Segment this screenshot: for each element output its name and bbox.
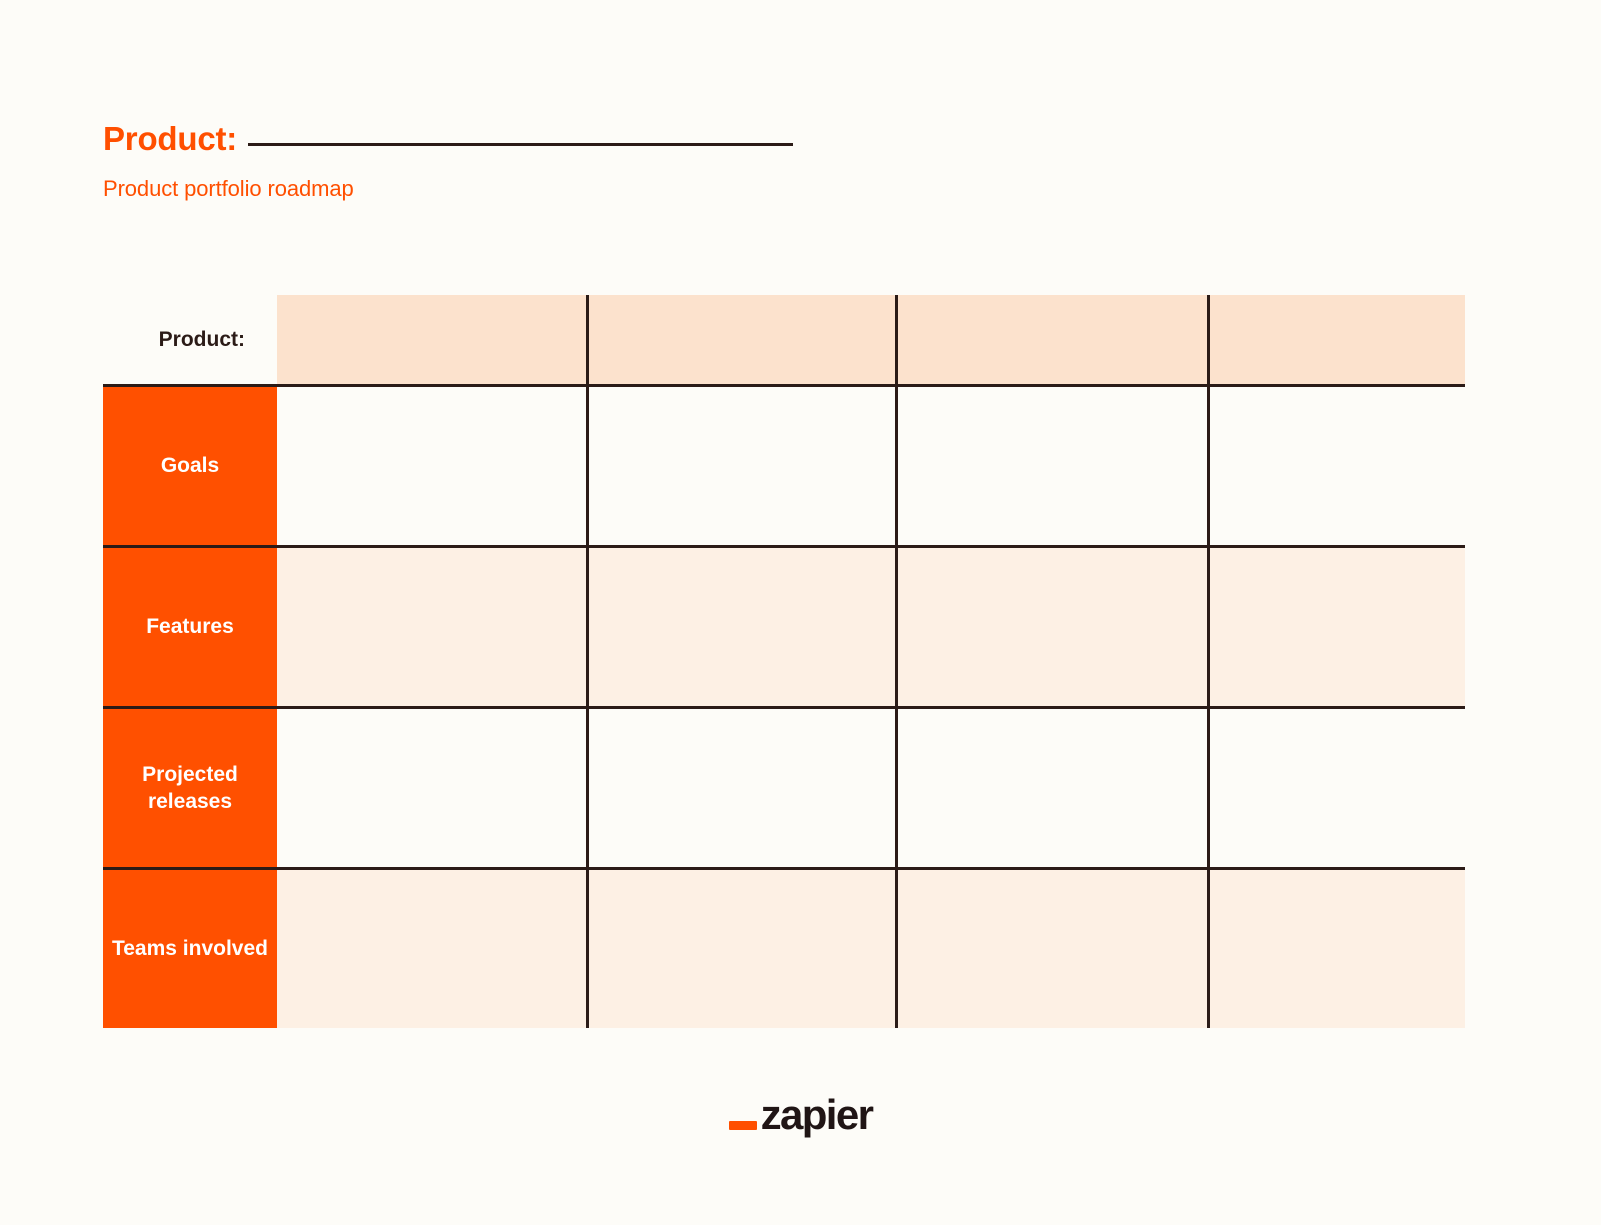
features-cell-1[interactable] [277, 548, 586, 706]
projected-releases-cells [277, 709, 1465, 867]
features-cell-4[interactable] [1207, 548, 1465, 706]
table-row-goals: Goals [103, 384, 1465, 545]
teams-involved-cell-2[interactable] [586, 870, 895, 1028]
teams-involved-cell-3[interactable] [895, 870, 1207, 1028]
page-subtitle: Product portfolio roadmap [103, 176, 354, 201]
teams-involved-cells [277, 870, 1465, 1028]
projected-releases-cell-2[interactable] [586, 709, 895, 867]
row-label-product: Product: [158, 327, 245, 351]
goals-cell-1[interactable] [277, 387, 586, 545]
page-title: Product: [103, 120, 238, 157]
row-label-features: Features [103, 548, 277, 706]
zapier-logo: zapier [0, 1094, 1601, 1136]
teams-involved-cell-4[interactable] [1207, 870, 1465, 1028]
features-cells [277, 548, 1465, 706]
grid-header-row: Product: [103, 295, 1465, 384]
header-cell-1[interactable] [277, 295, 586, 384]
features-cell-2[interactable] [586, 548, 895, 706]
row-label-projected-releases: Projected releases [103, 709, 277, 867]
projected-releases-cell-3[interactable] [895, 709, 1207, 867]
header-cell-2[interactable] [586, 295, 895, 384]
page-header: Product: Product portfolio roadmap [103, 120, 1403, 202]
goals-cells [277, 387, 1465, 545]
title-row: Product: [103, 120, 1403, 158]
row-label-goals: Goals [103, 387, 277, 545]
teams-involved-cell-1[interactable] [277, 870, 586, 1028]
table-row-features: Features [103, 545, 1465, 706]
goals-cell-2[interactable] [586, 387, 895, 545]
goals-cell-4[interactable] [1207, 387, 1465, 545]
zapier-dash-icon [728, 1121, 757, 1130]
roadmap-grid: Product: Goals Features Projected releas… [103, 295, 1465, 1028]
goals-cell-3[interactable] [895, 387, 1207, 545]
header-cell-3[interactable] [895, 295, 1207, 384]
header-cells [277, 295, 1465, 384]
header-cell-4[interactable] [1207, 295, 1465, 384]
projected-releases-cell-1[interactable] [277, 709, 586, 867]
product-name-blank-line[interactable] [248, 143, 794, 146]
table-row-projected-releases: Projected releases [103, 706, 1465, 867]
row-label-teams-involved: Teams involved [103, 870, 277, 1028]
features-cell-3[interactable] [895, 548, 1207, 706]
projected-releases-cell-4[interactable] [1207, 709, 1465, 867]
table-row-teams-involved: Teams involved [103, 867, 1465, 1028]
zapier-wordmark: zapier [760, 1091, 874, 1138]
